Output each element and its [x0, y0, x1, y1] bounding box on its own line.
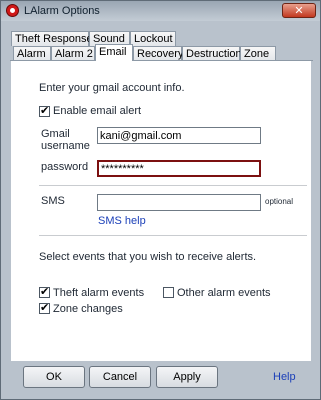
events-intro-text: Select events that you wish to receive a… [39, 251, 257, 263]
app-icon [6, 4, 19, 17]
username-label-line1: Gmail [41, 128, 70, 140]
tab-email[interactable]: Email [95, 44, 133, 61]
ok-button[interactable]: OK [23, 366, 85, 388]
username-label-line2: username [41, 140, 90, 152]
tab-alarm[interactable]: Alarm [13, 46, 51, 61]
apply-button[interactable]: Apply [156, 366, 218, 388]
sms-optional-label: optional [265, 197, 294, 206]
separator-2 [39, 235, 307, 236]
enable-email-checkbox[interactable]: ✔ [39, 105, 50, 117]
sms-field[interactable] [97, 194, 261, 211]
theft-alarm-label: Theft alarm events [53, 287, 145, 299]
cancel-button[interactable]: Cancel [89, 366, 151, 388]
check-icon: ✔ [40, 105, 50, 117]
window-title: LAlarm Options [24, 5, 100, 17]
tab-theft-response[interactable]: Theft Response [11, 31, 93, 46]
check-icon: ✔ [40, 302, 50, 314]
help-link[interactable]: Help [273, 371, 296, 383]
close-button[interactable]: ✕ [282, 3, 316, 18]
sms-help-link[interactable]: SMS help [98, 215, 146, 227]
email-tab-content: Enter your gmail account info. ✔ Enable … [11, 61, 311, 361]
check-icon: ✔ [40, 286, 50, 298]
email-intro-text: Enter your gmail account info. [39, 82, 185, 94]
tab-destruction[interactable]: Destruction [182, 46, 242, 61]
title-bar[interactable]: LAlarm Options ✕ [1, 1, 320, 21]
separator-1 [39, 185, 307, 186]
tab-recovery[interactable]: Recovery [133, 46, 183, 61]
zone-changes-checkbox[interactable]: ✔ [39, 302, 50, 314]
theft-alarm-checkbox[interactable]: ✔ [39, 286, 50, 298]
gmail-username-field[interactable] [97, 127, 261, 144]
tab-lockout[interactable]: Lockout [130, 31, 176, 46]
password-field[interactable] [97, 160, 261, 177]
password-label: password [41, 161, 89, 173]
zone-changes-label: Zone changes [53, 303, 123, 315]
other-alarm-checkbox[interactable] [163, 287, 174, 298]
sms-label: SMS [41, 195, 65, 207]
tab-zone[interactable]: Zone [240, 46, 276, 61]
other-alarm-label: Other alarm events [177, 287, 271, 299]
tab-alarm-2[interactable]: Alarm 2 [51, 46, 95, 61]
options-window: LAlarm Options ✕ Theft Response Sound Lo… [0, 0, 321, 400]
enable-email-label: Enable email alert [53, 105, 142, 117]
